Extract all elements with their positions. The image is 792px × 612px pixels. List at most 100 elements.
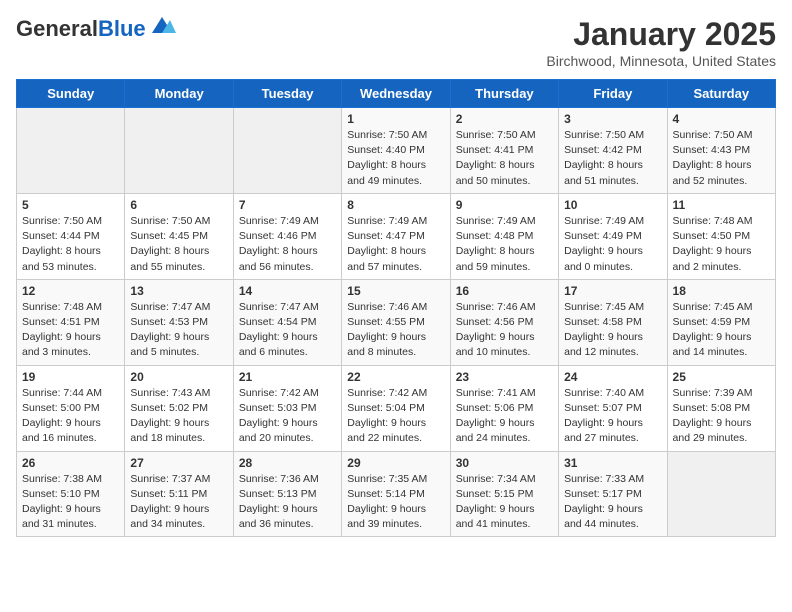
page-header: General Blue January 2025 Birchwood, Min…	[16, 16, 776, 69]
calendar-cell: 2Sunrise: 7:50 AM Sunset: 4:41 PM Daylig…	[450, 108, 558, 194]
calendar-cell: 22 Sunrise: 7:42 AM Sunset: 5:04 PM Dayli…	[342, 365, 450, 451]
calendar-week-4: 19 Sunrise: 7:44 AM Sunset: 5:00 PM Dayli…	[17, 365, 776, 451]
day-detail: Sunrise: 7:46 AM Sunset: 4:56 PM Dayligh…	[456, 300, 553, 361]
calendar-cell: 19 Sunrise: 7:44 AM Sunset: 5:00 PM Dayli…	[17, 365, 125, 451]
day-detail: Sunrise: 7:43 AM Sunset: 5:02 PM Dayligh…	[130, 386, 227, 447]
day-number: 6	[130, 198, 227, 212]
day-number: 21	[239, 370, 336, 384]
day-detail: Sunrise: 7:49 AM Sunset: 4:49 PM Dayligh…	[564, 214, 661, 275]
day-number: 26	[22, 456, 119, 470]
calendar-header-row: SundayMondayTuesdayWednesdayThursdayFrid…	[17, 80, 776, 108]
calendar-cell: 3 Sunrise: 7:50 AM Sunset: 4:42 PM Daylig…	[559, 108, 667, 194]
day-number: 5	[22, 198, 119, 212]
calendar-table: SundayMondayTuesdayWednesdayThursdayFrid…	[16, 79, 776, 537]
calendar-cell: 31 Sunrise: 7:33 AM Sunset: 5:17 PM Dayli…	[559, 451, 667, 537]
logo-icon	[148, 15, 176, 35]
calendar-cell: 23 Sunrise: 7:41 AM Sunset: 5:06 PM Dayli…	[450, 365, 558, 451]
day-detail: Sunrise: 7:49 AM Sunset: 4:48 PM Dayligh…	[456, 214, 553, 275]
day-detail: Sunrise: 7:39 AM Sunset: 5:08 PM Dayligh…	[673, 386, 770, 447]
weekday-header-monday: Monday	[125, 80, 233, 108]
day-number: 23	[456, 370, 553, 384]
day-detail: Sunrise: 7:46 AM Sunset: 4:55 PM Dayligh…	[347, 300, 444, 361]
day-detail: Sunrise: 7:40 AM Sunset: 5:07 PM Dayligh…	[564, 386, 661, 447]
calendar-week-3: 12Sunrise: 7:48 AM Sunset: 4:51 PM Dayli…	[17, 279, 776, 365]
calendar-week-2: 5 Sunrise: 7:50 AM Sunset: 4:44 PM Daylig…	[17, 193, 776, 279]
day-number: 9	[456, 198, 553, 212]
calendar-cell: 14Sunrise: 7:47 AM Sunset: 4:54 PM Dayli…	[233, 279, 341, 365]
day-detail: Sunrise: 7:41 AM Sunset: 5:06 PM Dayligh…	[456, 386, 553, 447]
day-detail: Sunrise: 7:50 AM Sunset: 4:41 PM Dayligh…	[456, 128, 553, 189]
day-detail: Sunrise: 7:48 AM Sunset: 4:50 PM Dayligh…	[673, 214, 770, 275]
title-block: January 2025 Birchwood, Minnesota, Unite…	[546, 16, 776, 69]
day-detail: Sunrise: 7:50 AM Sunset: 4:44 PM Dayligh…	[22, 214, 119, 275]
calendar-cell: 18Sunrise: 7:45 AM Sunset: 4:59 PM Dayli…	[667, 279, 775, 365]
day-number: 13	[130, 284, 227, 298]
day-number: 31	[564, 456, 661, 470]
month-title: January 2025	[546, 16, 776, 53]
weekday-header-sunday: Sunday	[17, 80, 125, 108]
weekday-header-saturday: Saturday	[667, 80, 775, 108]
calendar-cell: 25 Sunrise: 7:39 AM Sunset: 5:08 PM Dayli…	[667, 365, 775, 451]
calendar-cell: 9 Sunrise: 7:49 AM Sunset: 4:48 PM Daylig…	[450, 193, 558, 279]
day-detail: Sunrise: 7:47 AM Sunset: 4:53 PM Dayligh…	[130, 300, 227, 361]
logo-blue: Blue	[98, 16, 146, 42]
day-detail: Sunrise: 7:45 AM Sunset: 4:59 PM Dayligh…	[673, 300, 770, 361]
weekday-header-tuesday: Tuesday	[233, 80, 341, 108]
calendar-cell: 6 Sunrise: 7:50 AM Sunset: 4:45 PM Daylig…	[125, 193, 233, 279]
calendar-cell: 29 Sunrise: 7:35 AM Sunset: 5:14 PM Dayli…	[342, 451, 450, 537]
calendar-cell: 7 Sunrise: 7:49 AM Sunset: 4:46 PM Daylig…	[233, 193, 341, 279]
day-detail: Sunrise: 7:37 AM Sunset: 5:11 PM Dayligh…	[130, 472, 227, 533]
day-number: 20	[130, 370, 227, 384]
day-number: 1	[347, 112, 444, 126]
calendar-cell: 24 Sunrise: 7:40 AM Sunset: 5:07 PM Dayli…	[559, 365, 667, 451]
day-number: 7	[239, 198, 336, 212]
calendar-cell: 11Sunrise: 7:48 AM Sunset: 4:50 PM Dayli…	[667, 193, 775, 279]
calendar-week-5: 26 Sunrise: 7:38 AM Sunset: 5:10 PM Dayli…	[17, 451, 776, 537]
logo-general: General	[16, 16, 98, 42]
calendar-cell: 20 Sunrise: 7:43 AM Sunset: 5:02 PM Dayli…	[125, 365, 233, 451]
calendar-cell: 12Sunrise: 7:48 AM Sunset: 4:51 PM Dayli…	[17, 279, 125, 365]
day-detail: Sunrise: 7:50 AM Sunset: 4:45 PM Dayligh…	[130, 214, 227, 275]
weekday-header-wednesday: Wednesday	[342, 80, 450, 108]
day-number: 16	[456, 284, 553, 298]
day-detail: Sunrise: 7:50 AM Sunset: 4:40 PM Dayligh…	[347, 128, 444, 189]
day-number: 17	[564, 284, 661, 298]
day-detail: Sunrise: 7:49 AM Sunset: 4:47 PM Dayligh…	[347, 214, 444, 275]
day-number: 14	[239, 284, 336, 298]
logo: General Blue	[16, 16, 176, 42]
day-detail: Sunrise: 7:35 AM Sunset: 5:14 PM Dayligh…	[347, 472, 444, 533]
calendar-cell: 10 Sunrise: 7:49 AM Sunset: 4:49 PM Dayli…	[559, 193, 667, 279]
day-number: 25	[673, 370, 770, 384]
calendar-cell: 13 Sunrise: 7:47 AM Sunset: 4:53 PM Dayli…	[125, 279, 233, 365]
calendar-cell: 17Sunrise: 7:45 AM Sunset: 4:58 PM Dayli…	[559, 279, 667, 365]
day-detail: Sunrise: 7:42 AM Sunset: 5:03 PM Dayligh…	[239, 386, 336, 447]
day-number: 10	[564, 198, 661, 212]
day-detail: Sunrise: 7:49 AM Sunset: 4:46 PM Dayligh…	[239, 214, 336, 275]
calendar-cell: 4Sunrise: 7:50 AM Sunset: 4:43 PM Daylig…	[667, 108, 775, 194]
calendar-week-1: 1 Sunrise: 7:50 AM Sunset: 4:40 PM Daylig…	[17, 108, 776, 194]
calendar-cell	[125, 108, 233, 194]
day-detail: Sunrise: 7:42 AM Sunset: 5:04 PM Dayligh…	[347, 386, 444, 447]
day-number: 19	[22, 370, 119, 384]
day-number: 22	[347, 370, 444, 384]
weekday-header-thursday: Thursday	[450, 80, 558, 108]
calendar-cell	[17, 108, 125, 194]
day-number: 15	[347, 284, 444, 298]
day-detail: Sunrise: 7:44 AM Sunset: 5:00 PM Dayligh…	[22, 386, 119, 447]
day-detail: Sunrise: 7:34 AM Sunset: 5:15 PM Dayligh…	[456, 472, 553, 533]
calendar-cell: 26 Sunrise: 7:38 AM Sunset: 5:10 PM Dayli…	[17, 451, 125, 537]
calendar-cell	[233, 108, 341, 194]
location: Birchwood, Minnesota, United States	[546, 53, 776, 69]
day-number: 28	[239, 456, 336, 470]
day-detail: Sunrise: 7:36 AM Sunset: 5:13 PM Dayligh…	[239, 472, 336, 533]
day-detail: Sunrise: 7:33 AM Sunset: 5:17 PM Dayligh…	[564, 472, 661, 533]
day-number: 24	[564, 370, 661, 384]
day-detail: Sunrise: 7:38 AM Sunset: 5:10 PM Dayligh…	[22, 472, 119, 533]
day-number: 8	[347, 198, 444, 212]
calendar-cell: 27Sunrise: 7:37 AM Sunset: 5:11 PM Dayli…	[125, 451, 233, 537]
day-number: 4	[673, 112, 770, 126]
day-detail: Sunrise: 7:50 AM Sunset: 4:42 PM Dayligh…	[564, 128, 661, 189]
day-number: 3	[564, 112, 661, 126]
calendar-cell: 5 Sunrise: 7:50 AM Sunset: 4:44 PM Daylig…	[17, 193, 125, 279]
day-number: 29	[347, 456, 444, 470]
